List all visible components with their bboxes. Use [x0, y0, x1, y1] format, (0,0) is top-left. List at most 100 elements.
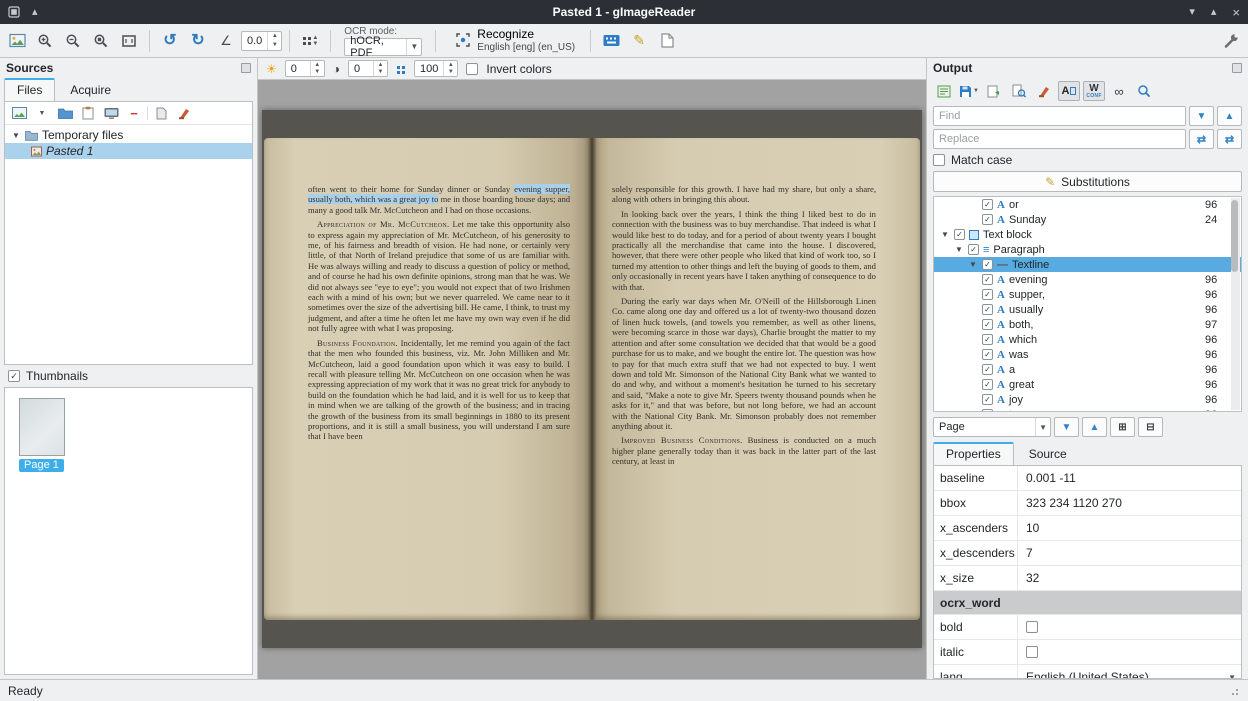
find-input[interactable]	[933, 106, 1186, 126]
keyboard-language-button[interactable]	[598, 27, 624, 55]
row-checkbox[interactable]	[982, 289, 993, 300]
row-checkbox[interactable]	[982, 379, 993, 390]
tree-scrollbar[interactable]	[1231, 198, 1240, 410]
word-tree-row[interactable]: Aor96	[934, 197, 1241, 212]
zoom-fit-icon[interactable]	[88, 27, 114, 55]
word-tree-row[interactable]: Ausually96	[934, 302, 1241, 317]
expand-all-button[interactable]: ⊞	[1110, 417, 1135, 437]
clear-output-button[interactable]	[1033, 81, 1055, 101]
rotate-left-icon[interactable]: ↺	[157, 27, 183, 55]
thumbnail-item[interactable]: Page 1	[19, 398, 238, 472]
property-value[interactable]: 0.001 -11	[1018, 466, 1241, 490]
word-tree-row[interactable]: Asupper,96	[934, 287, 1241, 302]
contrast-value[interactable]: 0	[349, 61, 373, 76]
panel-pin-icon[interactable]	[241, 63, 251, 73]
word-tree-row[interactable]: Aboth,97	[934, 317, 1241, 332]
expander-icon[interactable]: ▼	[954, 245, 964, 254]
row-checkbox[interactable]	[982, 364, 993, 375]
resolution-spinner[interactable]: 100 ▲▼	[414, 60, 458, 77]
expander-icon[interactable]: ▼	[968, 260, 978, 269]
word-tree-row[interactable]: Aa96	[934, 362, 1241, 377]
contrast-spinner[interactable]: 0 ▲▼	[348, 60, 388, 77]
word-tree-row[interactable]: Ajoy96	[934, 392, 1241, 407]
tab-acquire[interactable]: Acquire	[57, 79, 124, 101]
new-document-button[interactable]	[654, 27, 680, 55]
save-output-button[interactable]: ▼	[958, 81, 980, 101]
property-value[interactable]	[1018, 615, 1241, 639]
open-image-button[interactable]	[4, 27, 30, 55]
contrast-down-icon[interactable]: ▼	[374, 69, 387, 77]
brightness-value[interactable]: 0	[286, 61, 310, 76]
edit-pen-button[interactable]: ✎	[626, 27, 652, 55]
property-value[interactable]: 10	[1018, 516, 1241, 540]
row-checkbox[interactable]	[968, 244, 979, 255]
paste-button[interactable]	[78, 104, 98, 122]
contrast-up-icon[interactable]: ▲	[374, 61, 387, 69]
shade-window-icon[interactable]: ▴	[32, 7, 38, 18]
add-images-button[interactable]	[9, 104, 29, 122]
row-checkbox[interactable]	[982, 319, 993, 330]
word-tree-row[interactable]: Awhich96	[934, 332, 1241, 347]
resolution-down-icon[interactable]: ▼	[444, 69, 457, 77]
zoom-to-word-button[interactable]	[1133, 81, 1155, 101]
row-checkbox[interactable]	[982, 304, 993, 315]
replace-button[interactable]: ⇄	[1189, 129, 1214, 149]
match-case-checkbox[interactable]	[933, 154, 945, 166]
word-tree-row[interactable]: Aevening96	[934, 272, 1241, 287]
recognize-button[interactable]: Recognize English [eng] (en_US)	[447, 27, 583, 54]
resize-grip-icon[interactable]	[1231, 686, 1240, 695]
thumbnails-checkbox[interactable]	[8, 370, 20, 382]
open-hocr-button[interactable]	[933, 81, 955, 101]
remove-source-button[interactable]: −	[124, 104, 144, 122]
replace-all-button[interactable]: ⇄	[1217, 129, 1242, 149]
panel-pin-icon[interactable]	[1232, 63, 1242, 73]
brightness-down-icon[interactable]: ▼	[311, 69, 324, 77]
resolution-value[interactable]: 100	[415, 61, 443, 76]
page-select[interactable]: Page ▼	[933, 417, 1051, 437]
resolution-up-icon[interactable]: ▲	[444, 61, 457, 69]
rotation-up-icon[interactable]: ▲	[268, 32, 281, 41]
row-checkbox[interactable]	[982, 199, 993, 210]
rotation-value[interactable]: 0.0	[242, 32, 267, 50]
property-value[interactable]: 32	[1018, 566, 1241, 590]
replace-input[interactable]	[933, 129, 1186, 149]
bold-checkbox[interactable]	[1026, 621, 1038, 633]
screenshot-button[interactable]	[101, 104, 121, 122]
add-folder-button[interactable]	[55, 104, 75, 122]
maximize-icon[interactable]: ▴	[1211, 7, 1217, 18]
invert-colors-checkbox[interactable]	[466, 63, 478, 75]
row-checkbox[interactable]	[982, 334, 993, 345]
rotation-down-icon[interactable]: ▼	[268, 41, 281, 50]
zoom-in-icon[interactable]	[32, 27, 58, 55]
word-tree-row[interactable]: Ato96	[934, 407, 1241, 412]
ocr-mode-select[interactable]: hOCR, PDF ▼	[344, 38, 422, 56]
word-tree-row[interactable]: ▼Text block	[934, 227, 1241, 242]
row-checkbox[interactable]	[982, 349, 993, 360]
close-icon[interactable]: ×	[1232, 6, 1240, 19]
property-value[interactable]: English (United States)▼	[1018, 665, 1241, 679]
tab-properties[interactable]: Properties	[933, 442, 1014, 465]
row-checkbox[interactable]	[982, 394, 993, 405]
word-tree-row[interactable]: ASunday24	[934, 212, 1241, 227]
page-thumbnail[interactable]	[19, 398, 65, 456]
word-confidence-toggle[interactable]: WCONF	[1083, 81, 1105, 101]
word-tree-row[interactable]: ▼—Textline	[934, 257, 1241, 272]
delete-source-button[interactable]	[151, 104, 171, 122]
rotate-right-icon[interactable]: ↻	[185, 27, 211, 55]
expander-icon[interactable]: ▼	[940, 230, 950, 239]
clear-sources-button[interactable]	[174, 104, 194, 122]
property-value[interactable]: 323 234 1120 270	[1018, 491, 1241, 515]
export-output-button[interactable]	[983, 81, 1005, 101]
word-tree-row[interactable]: Agreat96	[934, 377, 1241, 392]
word-tree-row[interactable]: Awas96	[934, 347, 1241, 362]
zoom-out-icon[interactable]	[60, 27, 86, 55]
find-replace-toggle[interactable]: A	[1058, 81, 1080, 101]
settings-wrench-icon[interactable]	[1218, 27, 1244, 55]
row-checkbox[interactable]	[982, 214, 993, 225]
page-down-icon[interactable]: ▼	[312, 41, 318, 47]
row-checkbox[interactable]	[982, 274, 993, 285]
row-checkbox[interactable]	[982, 409, 993, 412]
brightness-up-icon[interactable]: ▲	[311, 61, 324, 69]
find-prev-button[interactable]: ▲	[1217, 106, 1242, 126]
rotation-spinner[interactable]: 0.0 ▲▼	[241, 31, 282, 51]
